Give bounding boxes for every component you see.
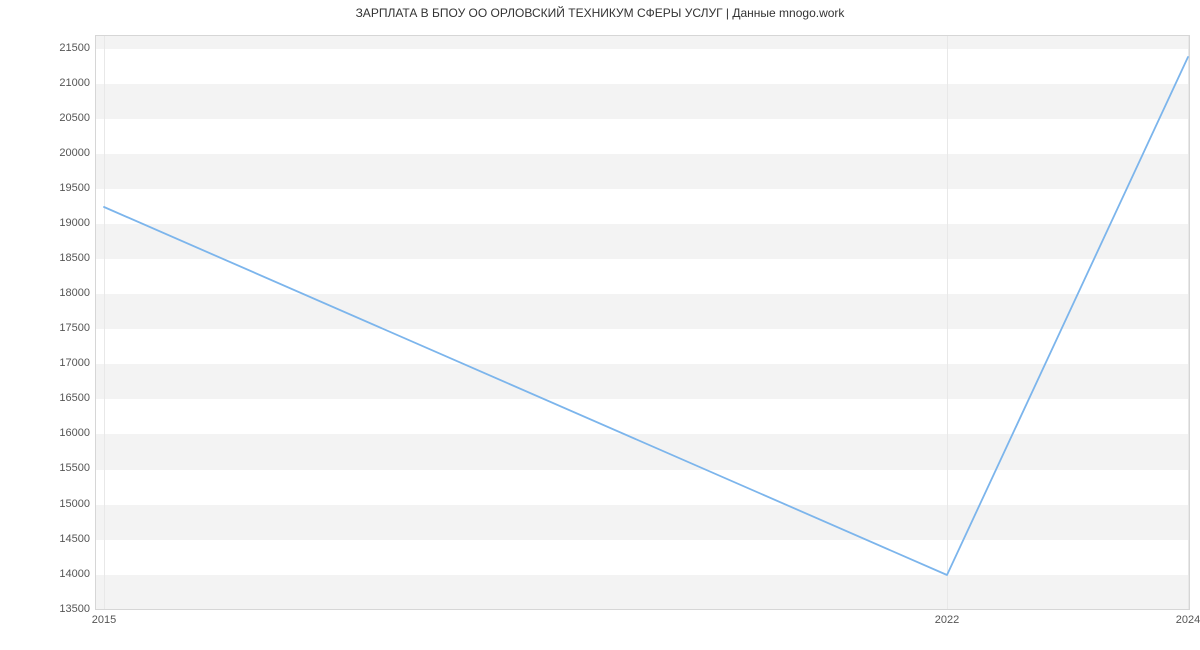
chart-title: ЗАРПЛАТА В БПОУ ОО ОРЛОВСКИЙ ТЕХНИКУМ СФ…: [0, 6, 1200, 20]
y-tick-label: 13500: [10, 603, 90, 615]
line-series: [96, 36, 1189, 609]
y-tick-label: 19000: [10, 217, 90, 229]
y-tick-label: 18500: [10, 252, 90, 264]
y-tick-label: 17000: [10, 357, 90, 369]
y-tick-label: 20500: [10, 112, 90, 124]
chart-container: ЗАРПЛАТА В БПОУ ОО ОРЛОВСКИЙ ТЕХНИКУМ СФ…: [0, 0, 1200, 650]
y-tick-label: 16000: [10, 427, 90, 439]
x-tick-label: 2024: [1176, 614, 1200, 626]
y-tick-label: 16500: [10, 392, 90, 404]
x-tick-label: 2022: [935, 614, 959, 626]
plot-area: [95, 35, 1190, 610]
data-line: [104, 57, 1188, 575]
y-tick-label: 21500: [10, 42, 90, 54]
y-tick-label: 14500: [10, 533, 90, 545]
x-tick-label: 2015: [92, 614, 116, 626]
y-tick-label: 20000: [10, 147, 90, 159]
y-tick-label: 15000: [10, 498, 90, 510]
y-tick-label: 18000: [10, 287, 90, 299]
y-tick-label: 19500: [10, 182, 90, 194]
y-tick-label: 14000: [10, 568, 90, 580]
y-tick-label: 21000: [10, 77, 90, 89]
y-tick-label: 17500: [10, 322, 90, 334]
y-tick-label: 15500: [10, 462, 90, 474]
